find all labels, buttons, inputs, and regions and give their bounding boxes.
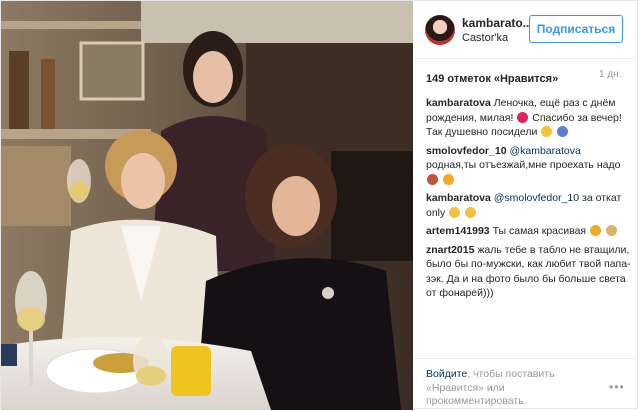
laugh-emoji-icon [449,206,461,218]
location[interactable]: Castor'ka [462,32,508,44]
likes-count[interactable]: 149 отметок «Нравится» [426,73,558,85]
face-emoji-icon [427,173,438,185]
comment: artem141993 Ты самая красивая [426,224,632,239]
post-photo[interactable] [1,1,413,410]
post-image [1,1,413,410]
comment: kambaratova @smolovfedor_10 за откат onl… [426,191,632,220]
hands-emoji-icon [557,126,569,137]
post-header: kambarato... Castor'ka Подписаться [414,1,639,59]
comment: znart2015 жаль тебе в табло не втащили, … [426,243,632,301]
login-link[interactable]: Войдите [426,368,467,380]
comment: kambaratova Леночка, ещё раз с днём рожд… [426,96,632,140]
follow-button[interactable]: Подписаться [529,15,623,43]
comment-user[interactable]: smolovfedor_10 [426,145,507,157]
post-time[interactable]: 1 дн. [599,69,621,80]
face-emoji-icon [605,225,617,236]
comment-mention[interactable]: @kambaratova [509,145,580,157]
grin-emoji-icon [465,206,477,218]
more-options-icon[interactable]: ••• [609,380,625,394]
heart-emoji-icon [517,111,529,123]
cat-emoji-icon [442,173,454,185]
post-footer: Войдите, чтобы поставить «Нравится» или … [414,358,639,411]
username[interactable]: kambarato... [462,16,533,30]
comment: smolovfedor_10 @kambaratova родная,ты от… [426,144,632,188]
post-sidebar: kambarato... Castor'ka Подписаться 149 о… [414,1,639,410]
avatar[interactable] [425,15,455,45]
comment-user[interactable]: artem141993 [426,225,490,237]
cat-heart-emoji-icon [590,225,602,236]
smile-emoji-icon [541,126,553,137]
likes-row: 149 отметок «Нравится» [426,69,626,87]
login-prompt: Войдите, чтобы поставить «Нравится» или … [426,368,601,409]
comment-text: родная,ты отъезжай,мне проехать надо [426,159,621,171]
comment-user[interactable]: kambaratova [426,192,491,204]
comment-user[interactable]: kambaratova [426,97,491,109]
post-card: kambarato... Castor'ka Подписаться 149 о… [0,0,639,410]
comment-mention[interactable]: @smolovfedor_10 [494,192,579,204]
comment-text: Ты самая красивая [492,225,587,237]
comment-user[interactable]: znart2015 [426,244,474,256]
comments-list: kambaratova Леночка, ещё раз с днём рожд… [426,96,632,305]
